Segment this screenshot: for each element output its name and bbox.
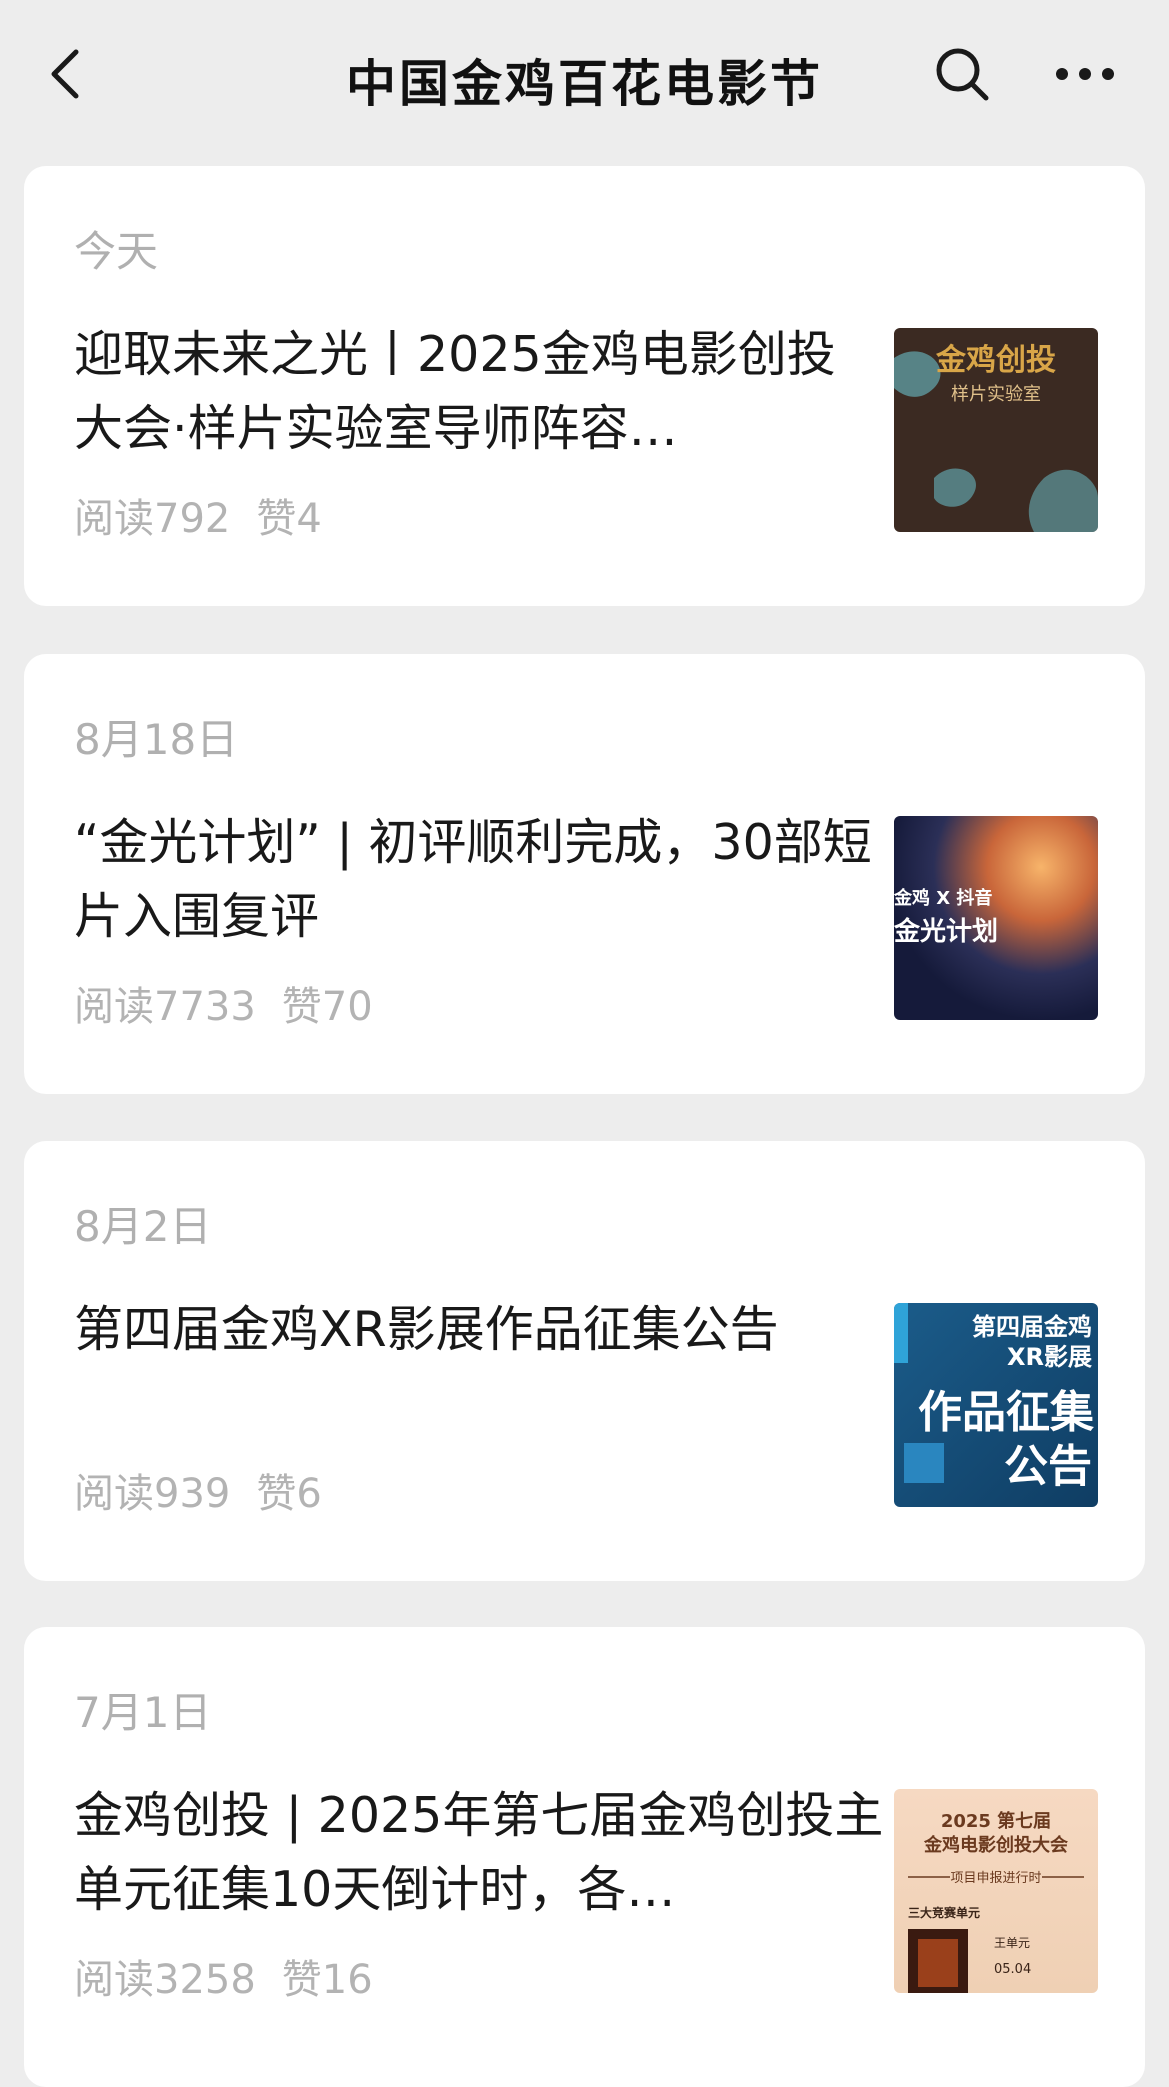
article-thumbnail[interactable]: 金鸡创投 样片实验室 <box>894 328 1098 532</box>
read-count-label: 阅读 <box>74 496 154 542</box>
thumbnail-text: 金鸡电影创投大会 <box>923 1834 1068 1856</box>
thumbnail-text: 2025 第七届 <box>941 1810 1051 1832</box>
thumbnail-text: 第四届金鸡 <box>972 1313 1092 1341</box>
like-count-label: 赞 <box>281 1957 322 2003</box>
read-count-label: 阅读 <box>74 1471 154 1517</box>
thumbnail-text: 05.04 <box>994 1962 1031 1977</box>
article-stats: 阅读792 赞4 <box>74 486 322 544</box>
article-card[interactable]: 7月1日 金鸡创投 | 2025年第七届金鸡创投主单元征集10天倒计时，各… 阅… <box>24 1627 1145 2087</box>
read-count-label: 阅读 <box>74 1957 154 2003</box>
like-count-label: 赞 <box>256 1471 297 1517</box>
more-options-button[interactable] <box>1050 52 1120 96</box>
thumbnail-text: 金光计划 <box>894 916 998 947</box>
article-title[interactable]: 金鸡创投 | 2025年第七届金鸡创投主单元征集10天倒计时，各… <box>74 1779 884 1927</box>
search-button[interactable] <box>930 42 994 106</box>
article-thumbnail[interactable]: 第四届金鸡 XR影展 作品征集 公告 <box>894 1303 1098 1507</box>
thumbnail-text: 项目申报进行时 <box>950 1871 1041 1886</box>
like-count: 4 <box>296 496 322 542</box>
thumbnail-text: 样片实验室 <box>951 384 1041 405</box>
like-count: 6 <box>296 1471 322 1517</box>
thumbnail-text: 金鸡创投 <box>935 343 1056 378</box>
thumbnail-text: 三大竞赛单元 <box>908 1905 980 1920</box>
article-title[interactable]: 迎取未来之光丨2025金鸡电影创投大会·样片实验室导师阵容… <box>74 318 884 466</box>
search-icon <box>936 48 989 101</box>
article-thumbnail[interactable]: 2025 第七届 金鸡电影创投大会 项目申报进行时 三大竞赛单元 王单元 05.… <box>894 1789 1098 1993</box>
like-count: 70 <box>321 984 373 1030</box>
thumbnail-text: 作品征集 <box>918 1387 1094 1438</box>
more-dots-icon <box>1056 68 1114 80</box>
article-card[interactable]: 8月2日 第四届金鸡XR影展作品征集公告 阅读939 赞6 第四届金鸡 XR影展 … <box>24 1141 1145 1581</box>
article-stats: 阅读939 赞6 <box>74 1461 322 1519</box>
article-title[interactable]: 第四届金鸡XR影展作品征集公告 <box>74 1293 884 1367</box>
article-card[interactable]: 今天 迎取未来之光丨2025金鸡电影创投大会·样片实验室导师阵容… 阅读792 赞… <box>24 166 1145 606</box>
top-navigation-bar: 中国金鸡百花电影节 <box>0 0 1169 140</box>
read-count: 939 <box>154 1471 231 1517</box>
like-count: 16 <box>321 1957 373 2003</box>
like-count-label: 赞 <box>256 496 297 542</box>
read-count: 3258 <box>154 1957 256 2003</box>
thumbnail-text: 公告 <box>1004 1441 1092 1492</box>
article-date: 7月1日 <box>74 1688 212 1737</box>
thumbnail-text: XR影展 <box>1007 1343 1092 1371</box>
article-stats: 阅读7733 赞70 <box>74 974 373 1032</box>
like-count-label: 赞 <box>281 984 322 1030</box>
read-count: 7733 <box>154 984 256 1030</box>
thumbnail-text: 金鸡 X 抖音 <box>894 887 992 909</box>
article-thumbnail[interactable]: 金鸡 X 抖音 金光计划 <box>894 816 1098 1020</box>
article-date: 8月18日 <box>74 715 239 764</box>
article-card[interactable]: 8月18日 “金光计划” | 初评顺利完成，30部短片入围复评 阅读7733 赞7… <box>24 654 1145 1094</box>
thumbnail-text: 王单元 <box>994 1936 1030 1950</box>
article-title[interactable]: “金光计划” | 初评顺利完成，30部短片入围复评 <box>74 806 884 954</box>
article-date: 8月2日 <box>74 1202 212 1251</box>
read-count: 792 <box>154 496 231 542</box>
article-stats: 阅读3258 赞16 <box>74 1947 373 2005</box>
read-count-label: 阅读 <box>74 984 154 1030</box>
article-date: 今天 <box>74 227 159 276</box>
